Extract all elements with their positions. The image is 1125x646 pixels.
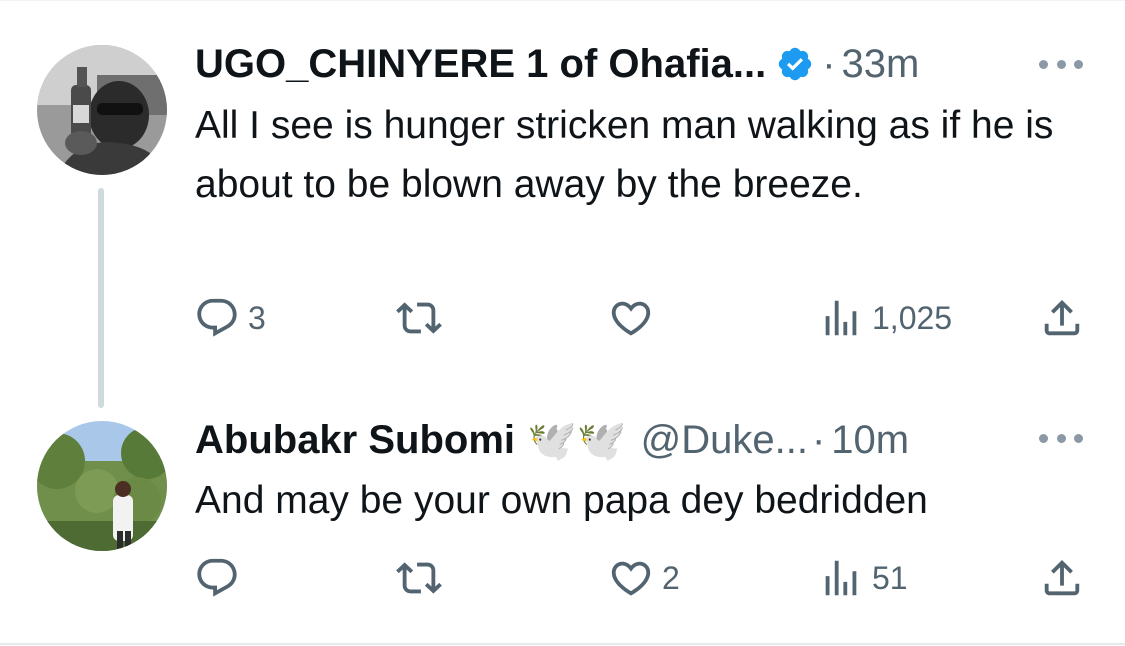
- tweet-header: Abubakr Subomi 🕊️🕊️ @Duke... · 10m: [195, 415, 909, 465]
- timestamp[interactable]: 33m: [842, 42, 920, 87]
- like-button[interactable]: [608, 293, 662, 343]
- tweet-actions: 2 51: [0, 553, 1125, 603]
- views-button[interactable]: 1,025: [818, 293, 952, 343]
- like-icon: [608, 555, 654, 601]
- author-name[interactable]: Abubakr Subomi: [195, 418, 515, 463]
- share-button[interactable]: [1039, 553, 1085, 603]
- share-button[interactable]: [1039, 293, 1085, 343]
- avatar[interactable]: [37, 421, 167, 551]
- tweet-header: UGO_CHINYERE 1 of Ohafia... · 33m: [195, 39, 919, 89]
- share-icon: [1039, 295, 1085, 341]
- bottom-divider: [0, 643, 1125, 645]
- reply-button[interactable]: 3: [194, 293, 266, 343]
- more-options-icon[interactable]: [1039, 428, 1083, 448]
- views-icon: [818, 555, 864, 601]
- like-count: 2: [662, 559, 680, 596]
- more-options-icon[interactable]: [1039, 54, 1083, 74]
- timestamp[interactable]: 10m: [831, 418, 909, 463]
- views-count: 1,025: [872, 299, 953, 336]
- separator-dot: ·: [822, 41, 836, 86]
- views-count: 51: [872, 559, 908, 596]
- views-button[interactable]: 51: [818, 553, 908, 603]
- dove-emoji: 🕊️🕊️: [527, 418, 627, 463]
- reply-count: 3: [248, 299, 266, 336]
- views-icon: [818, 295, 864, 341]
- reply-icon: [194, 555, 240, 601]
- author-handle[interactable]: @Duke...: [641, 418, 808, 463]
- retweet-icon: [396, 295, 442, 341]
- avatar[interactable]: [37, 45, 167, 175]
- verified-badge-icon: [776, 45, 814, 83]
- tweet-reply-2[interactable]: Abubakr Subomi 🕊️🕊️ @Duke... · 10m And m…: [0, 400, 1125, 643]
- tweet-actions: 3 1,025: [0, 293, 1125, 343]
- share-icon: [1039, 555, 1085, 601]
- separator-dot: ·: [811, 417, 826, 462]
- like-icon: [608, 295, 654, 341]
- tweet-text: And may be your own papa dey bedridden: [195, 479, 928, 522]
- author-name[interactable]: UGO_CHINYERE 1 of Ohafia...: [195, 42, 766, 87]
- retweet-button[interactable]: [396, 293, 450, 343]
- tweet-text: All I see is hunger stricken man walking…: [195, 104, 1054, 206]
- like-button[interactable]: 2: [608, 553, 680, 603]
- reply-button[interactable]: [194, 553, 248, 603]
- retweet-button[interactable]: [396, 553, 450, 603]
- reply-icon: [194, 295, 240, 341]
- retweet-icon: [396, 555, 442, 601]
- tweet-reply-1[interactable]: UGO_CHINYERE 1 of Ohafia... · 33m All I …: [0, 0, 1125, 408]
